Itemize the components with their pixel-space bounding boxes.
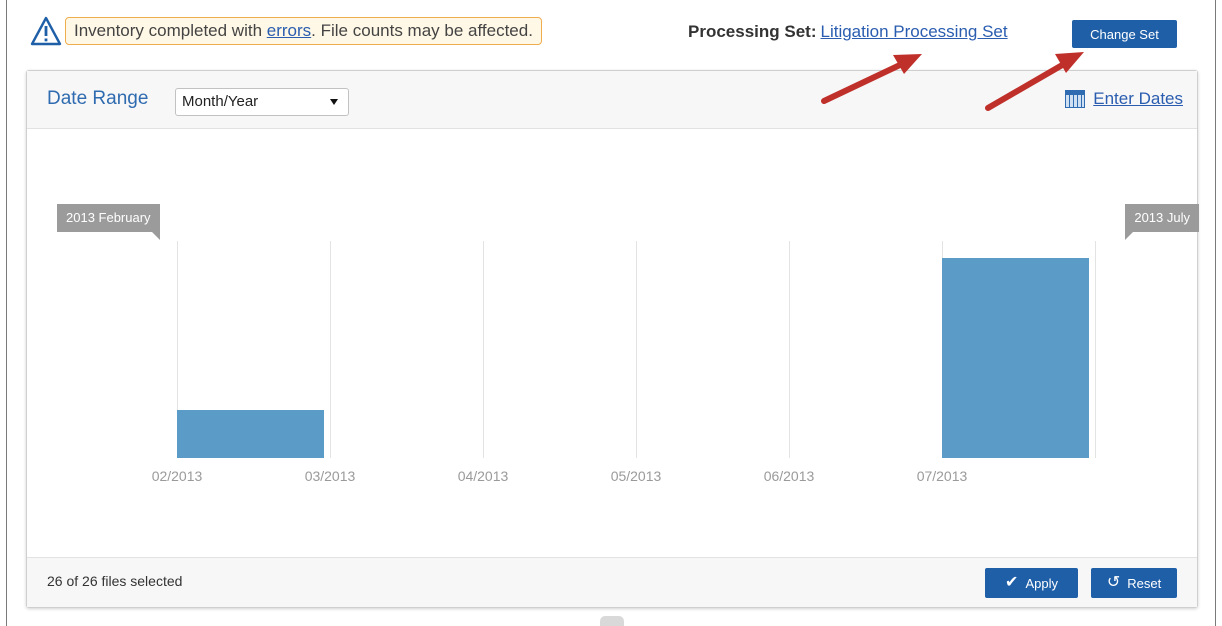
granularity-selected-value: Month/Year (182, 93, 259, 110)
resize-handle[interactable] (600, 616, 624, 626)
range-end-handle[interactable]: 2013 July (1125, 204, 1199, 240)
checkmark-icon: ✔ (1005, 574, 1019, 591)
warning-text-suffix: . File counts may be affected. (311, 21, 533, 40)
processing-set-link[interactable]: Litigation Processing Set (821, 22, 1008, 41)
processing-set-label: Processing Set: (688, 22, 817, 41)
apply-button[interactable]: ✔ Apply (985, 568, 1078, 598)
panel-footer: 26 of 26 files selected ✔ Apply ↺ Reset (27, 557, 1197, 607)
warning-text-prefix: Inventory completed with (74, 21, 267, 40)
x-tick-label: 07/2013 (917, 468, 968, 484)
date-range-panel: Date Range Month/Year Enter Dates 02/201… (26, 70, 1199, 608)
dropdown-caret-icon (330, 99, 338, 105)
undo-icon: ↺ (1106, 574, 1121, 591)
granularity-select[interactable]: Month/Year (175, 88, 349, 116)
x-tick-label: 03/2013 (305, 468, 356, 484)
bar-07-2013[interactable] (942, 258, 1089, 458)
x-tick-label: 04/2013 (458, 468, 509, 484)
enter-dates-link[interactable]: Enter Dates (1065, 89, 1183, 109)
errors-link[interactable]: errors (267, 21, 311, 40)
change-set-button[interactable]: Change Set (1072, 20, 1177, 48)
x-tick-label: 06/2013 (764, 468, 815, 484)
panel-header: Date Range Month/Year Enter Dates (27, 71, 1197, 129)
date-range-label: Date Range (47, 88, 149, 109)
x-tick-label: 05/2013 (611, 468, 662, 484)
reset-label: Reset (1127, 575, 1162, 591)
x-tick-label: 02/2013 (152, 468, 203, 484)
inventory-warning: Inventory completed with errors. File co… (30, 16, 640, 46)
range-start-handle[interactable]: 2013 February (57, 204, 160, 240)
selection-count: 26 of 26 files selected (47, 573, 183, 589)
calendar-icon (1065, 90, 1086, 108)
date-histogram: 02/2013 03/2013 04/2013 05/2013 06/2013 07/20… (27, 129, 1199, 557)
reset-button[interactable]: ↺ Reset (1091, 568, 1177, 598)
apply-label: Apply (1025, 575, 1058, 591)
warning-triangle-icon (30, 16, 62, 46)
warning-message: Inventory completed with errors. File co… (65, 17, 542, 45)
date-histogram-svg: 02/2013 03/2013 04/2013 05/2013 06/2013 07/20… (152, 241, 1096, 484)
bar-02-2013[interactable] (177, 410, 324, 458)
processing-set-info: Processing Set: Litigation Processing Set (688, 18, 1008, 46)
enter-dates-label: Enter Dates (1093, 89, 1183, 108)
